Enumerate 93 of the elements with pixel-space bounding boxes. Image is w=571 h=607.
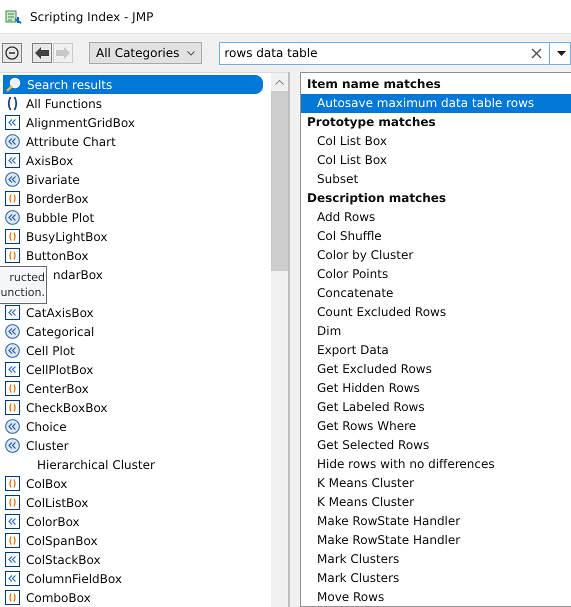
function-box-icon bbox=[5, 191, 20, 206]
search-icon bbox=[5, 76, 21, 92]
sidebar-item[interactable]: Choice bbox=[3, 417, 271, 436]
function-box-icon bbox=[5, 476, 20, 491]
box-icon bbox=[5, 362, 20, 377]
result-item[interactable]: Get Selected Rows bbox=[301, 436, 571, 455]
category-dropdown[interactable]: All Categories bbox=[89, 42, 202, 64]
result-item[interactable]: Add Rows bbox=[301, 208, 571, 227]
sidebar-item[interactable]: AxisBox bbox=[3, 151, 271, 170]
back-button[interactable] bbox=[32, 43, 52, 63]
result-item[interactable]: Move Rows bbox=[301, 588, 571, 607]
result-item[interactable]: K Means Cluster bbox=[301, 474, 571, 493]
platform-icon bbox=[5, 324, 20, 339]
sidebar-item[interactable]: BorderBox bbox=[3, 189, 271, 208]
sidebar-item[interactable]: Hierarchical Cluster bbox=[3, 455, 271, 474]
result-item[interactable]: Make RowState Handler bbox=[301, 531, 571, 550]
function-box-icon bbox=[5, 229, 20, 244]
function-box-icon bbox=[5, 533, 20, 548]
result-item[interactable]: Subset bbox=[301, 170, 571, 189]
sidebar-item[interactable]: Bubble Plot bbox=[3, 208, 271, 227]
right-arrow-icon bbox=[56, 47, 70, 59]
left-arrow-icon bbox=[35, 47, 49, 59]
box-icon bbox=[5, 552, 20, 567]
result-item[interactable]: Autosave maximum data table rows bbox=[301, 94, 571, 113]
section-header: Description matches bbox=[306, 190, 448, 207]
dropdown-arrow-icon[interactable] bbox=[557, 50, 566, 56]
function-box-icon bbox=[5, 381, 20, 396]
function-box-icon bbox=[5, 495, 20, 510]
sidebar-item[interactable]: BusyLightBox bbox=[3, 227, 271, 246]
section-header: Prototype matches bbox=[306, 114, 437, 131]
sidebar-item[interactable]: Cluster bbox=[3, 436, 271, 455]
sidebar-item[interactable]: ColorBox bbox=[3, 512, 271, 531]
box-icon bbox=[5, 115, 20, 130]
platform-icon bbox=[5, 172, 20, 187]
section-header: Item name matches bbox=[306, 76, 442, 93]
sidebar-item[interactable]: Cell Plot bbox=[3, 341, 271, 360]
window-title: Scripting Index - JMP bbox=[30, 10, 154, 24]
result-item[interactable]: Color by Cluster bbox=[301, 246, 571, 265]
sidebar-item[interactable]: CatAxisBox bbox=[3, 303, 271, 322]
chevron-icon bbox=[187, 50, 196, 56]
result-item[interactable]: Get Labeled Rows bbox=[301, 398, 571, 417]
result-item[interactable]: Make RowState Handler bbox=[301, 512, 571, 531]
function-box-icon bbox=[5, 248, 20, 263]
sidebar-item[interactable]: AlignmentGridBox bbox=[3, 113, 271, 132]
platform-icon bbox=[5, 210, 20, 225]
app-icon bbox=[5, 8, 23, 24]
box-icon bbox=[5, 153, 20, 168]
sidebar-item[interactable]: Search results bbox=[3, 75, 263, 94]
sidebar-item[interactable]: Categorical bbox=[3, 322, 271, 341]
platform-icon bbox=[5, 134, 20, 149]
result-item[interactable]: Mark Clusters bbox=[301, 550, 571, 569]
result-item[interactable]: Hide rows with no differences bbox=[301, 455, 571, 474]
result-item[interactable]: Get Hidden Rows bbox=[301, 379, 571, 398]
sidebar-item[interactable]: CheckBoxBox bbox=[3, 398, 271, 417]
box-icon bbox=[5, 571, 20, 586]
result-item[interactable]: Get Excluded Rows bbox=[301, 360, 571, 379]
tooltip-text: unction. bbox=[0, 285, 45, 300]
result-item[interactable]: Mark Clusters bbox=[301, 569, 571, 588]
scrollbar[interactable] bbox=[271, 73, 288, 607]
sidebar-item[interactable]: ColStackBox bbox=[3, 550, 271, 569]
function-box-icon bbox=[5, 400, 20, 415]
sidebar-item[interactable]: ColSpanBox bbox=[3, 531, 271, 550]
result-item[interactable]: Count Excluded Rows bbox=[301, 303, 571, 322]
tooltip-text: ructed bbox=[9, 270, 45, 285]
sidebar-item[interactable]: ComboBox bbox=[3, 588, 271, 607]
sidebar-item[interactable]: CellPlotBox bbox=[3, 360, 271, 379]
sidebar-item[interactable]: CenterBox bbox=[3, 379, 271, 398]
box-icon bbox=[5, 514, 20, 529]
sidebar-item[interactable]: All Functions bbox=[3, 94, 271, 113]
scroll-up-icon[interactable] bbox=[275, 80, 284, 85]
result-item[interactable]: Color Points bbox=[301, 265, 571, 284]
sidebar-item[interactable]: Attribute Chart bbox=[3, 132, 271, 151]
minus-circle-icon bbox=[5, 46, 19, 60]
sidebar-item[interactable]: Bivariate bbox=[3, 170, 271, 189]
result-item[interactable]: Col List Box bbox=[301, 151, 571, 170]
result-item[interactable]: Col List Box bbox=[301, 132, 571, 151]
result-item[interactable]: Dim bbox=[301, 322, 571, 341]
result-item[interactable]: Col Shuffle bbox=[301, 227, 571, 246]
result-item[interactable]: Get Rows Where bbox=[301, 417, 571, 436]
sidebar-item[interactable]: ButtonBox bbox=[3, 246, 271, 265]
sidebar-item[interactable]: ColumnFieldBox bbox=[3, 569, 271, 588]
close-icon[interactable] bbox=[531, 48, 542, 58]
parentheses-icon bbox=[5, 96, 20, 111]
sidebar-item[interactable]: ColBox bbox=[3, 474, 271, 493]
result-item[interactable]: Export Data bbox=[301, 341, 571, 360]
platform-icon bbox=[5, 438, 20, 453]
collapse-button[interactable] bbox=[2, 43, 22, 63]
result-item[interactable]: Concatenate bbox=[301, 284, 571, 303]
search-box[interactable]: rows data table bbox=[219, 42, 571, 64]
platform-icon bbox=[5, 419, 20, 434]
platform-icon bbox=[5, 343, 20, 358]
result-item[interactable]: K Means Cluster bbox=[301, 493, 571, 512]
sidebar-item[interactable]: ColListBox bbox=[3, 493, 271, 512]
